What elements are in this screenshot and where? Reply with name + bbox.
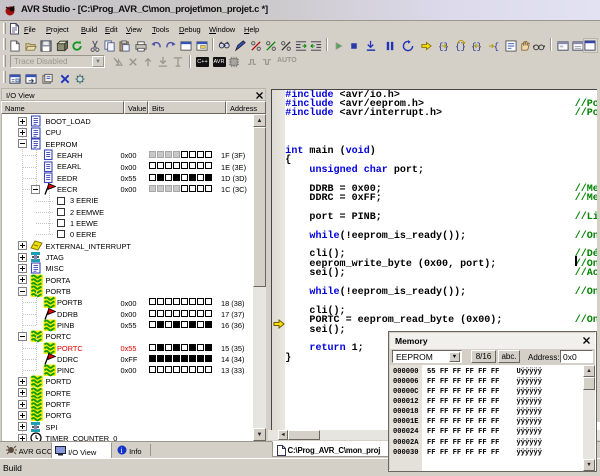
- svg-text:{: {: [494, 41, 500, 52]
- svg-text:{}: {}: [471, 41, 482, 52]
- svg-text:{}: {}: [438, 41, 449, 52]
